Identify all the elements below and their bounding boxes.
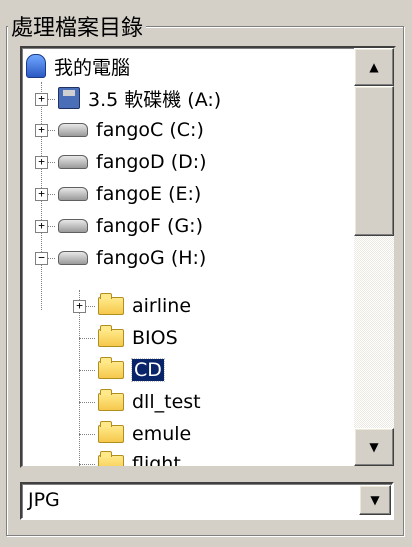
hard-drive-icon — [58, 251, 88, 265]
arrow-down-icon: ▼ — [369, 440, 379, 454]
tree-node-bios[interactable]: BIOS — [98, 322, 178, 354]
tree-node-label-selected: CD — [131, 358, 165, 382]
tree-node-drive-g[interactable]: fangoF (G:) — [58, 210, 203, 242]
hard-drive-icon — [58, 123, 88, 137]
vertical-scrollbar[interactable]: ▲ ▼ — [354, 48, 394, 466]
expand-toggle[interactable]: + — [35, 124, 48, 137]
hard-drive-icon — [58, 219, 88, 233]
arrow-up-icon: ▲ — [369, 60, 379, 74]
tree-node-label: fangoG (H:) — [96, 247, 207, 269]
tree-node-label: fangoD (D:) — [96, 151, 207, 173]
tree-node-flight[interactable]: flight — [98, 448, 181, 466]
folder-icon — [98, 293, 124, 315]
chevron-down-icon: ▼ — [370, 493, 380, 507]
tree-node-label: 我的電腦 — [54, 56, 131, 79]
computer-icon — [26, 54, 46, 78]
tree-node-label: fangoE (E:) — [96, 183, 202, 205]
folder-open-icon — [98, 357, 124, 379]
expand-toggle[interactable]: + — [73, 300, 86, 313]
tree-node-label: emule — [132, 423, 192, 445]
tree-node-my-computer[interactable]: 我的電腦 — [26, 50, 130, 82]
tree-node-label: flight — [132, 453, 181, 466]
tree-node-label: BIOS — [132, 327, 178, 349]
folder-icon — [98, 389, 124, 411]
folder-icon — [98, 421, 124, 443]
file-type-value: JPG — [28, 489, 60, 511]
file-type-select[interactable]: JPG ▼ — [20, 482, 394, 520]
hard-drive-icon — [58, 155, 88, 169]
expand-toggle[interactable]: + — [35, 156, 48, 169]
tree-node-airline[interactable]: airline — [98, 290, 191, 322]
tree-node-label: fangoF (G:) — [96, 215, 203, 237]
scroll-up-button[interactable]: ▲ — [354, 48, 394, 86]
expand-toggle[interactable]: + — [35, 220, 48, 233]
tree-node-label: dll_test — [132, 391, 201, 413]
tree-node-label: 3.5 軟碟機 (A:) — [88, 88, 222, 111]
expand-toggle[interactable]: + — [35, 93, 48, 106]
tree-node-dll-test[interactable]: dll_test — [98, 386, 201, 418]
tree-node-drive-e[interactable]: fangoE (E:) — [58, 178, 201, 210]
tree-node-emule[interactable]: emule — [98, 418, 191, 450]
collapse-toggle[interactable]: − — [35, 252, 48, 265]
directory-tree[interactable]: 我的電腦 + 3.5 軟碟機 (A:) + fangoC (C:) + fang… — [20, 46, 396, 468]
tree-connector — [79, 290, 80, 466]
floppy-drive-icon — [58, 87, 80, 109]
tree-node-cd[interactable]: CD — [98, 354, 165, 386]
hard-drive-icon — [58, 187, 88, 201]
tree-node-drive-h[interactable]: fangoG (H:) — [58, 242, 206, 274]
dropdown-button[interactable]: ▼ — [359, 485, 391, 515]
expand-toggle[interactable]: + — [35, 188, 48, 201]
tree-node-drive-c[interactable]: fangoC (C:) — [58, 114, 204, 146]
tree-node-label: airline — [132, 295, 192, 317]
tree-node-label: fangoC (C:) — [96, 119, 204, 141]
folder-icon — [98, 451, 124, 466]
folder-icon — [98, 325, 124, 347]
tree-node-drive-d[interactable]: fangoD (D:) — [58, 146, 207, 178]
group-title: 處理檔案目錄 — [8, 10, 147, 42]
scroll-thumb[interactable] — [354, 86, 394, 236]
tree-content: 我的電腦 + 3.5 軟碟機 (A:) + fangoC (C:) + fang… — [22, 48, 350, 466]
scroll-down-button[interactable]: ▼ — [354, 428, 394, 466]
tree-node-floppy-a[interactable]: 3.5 軟碟機 (A:) — [58, 82, 221, 114]
